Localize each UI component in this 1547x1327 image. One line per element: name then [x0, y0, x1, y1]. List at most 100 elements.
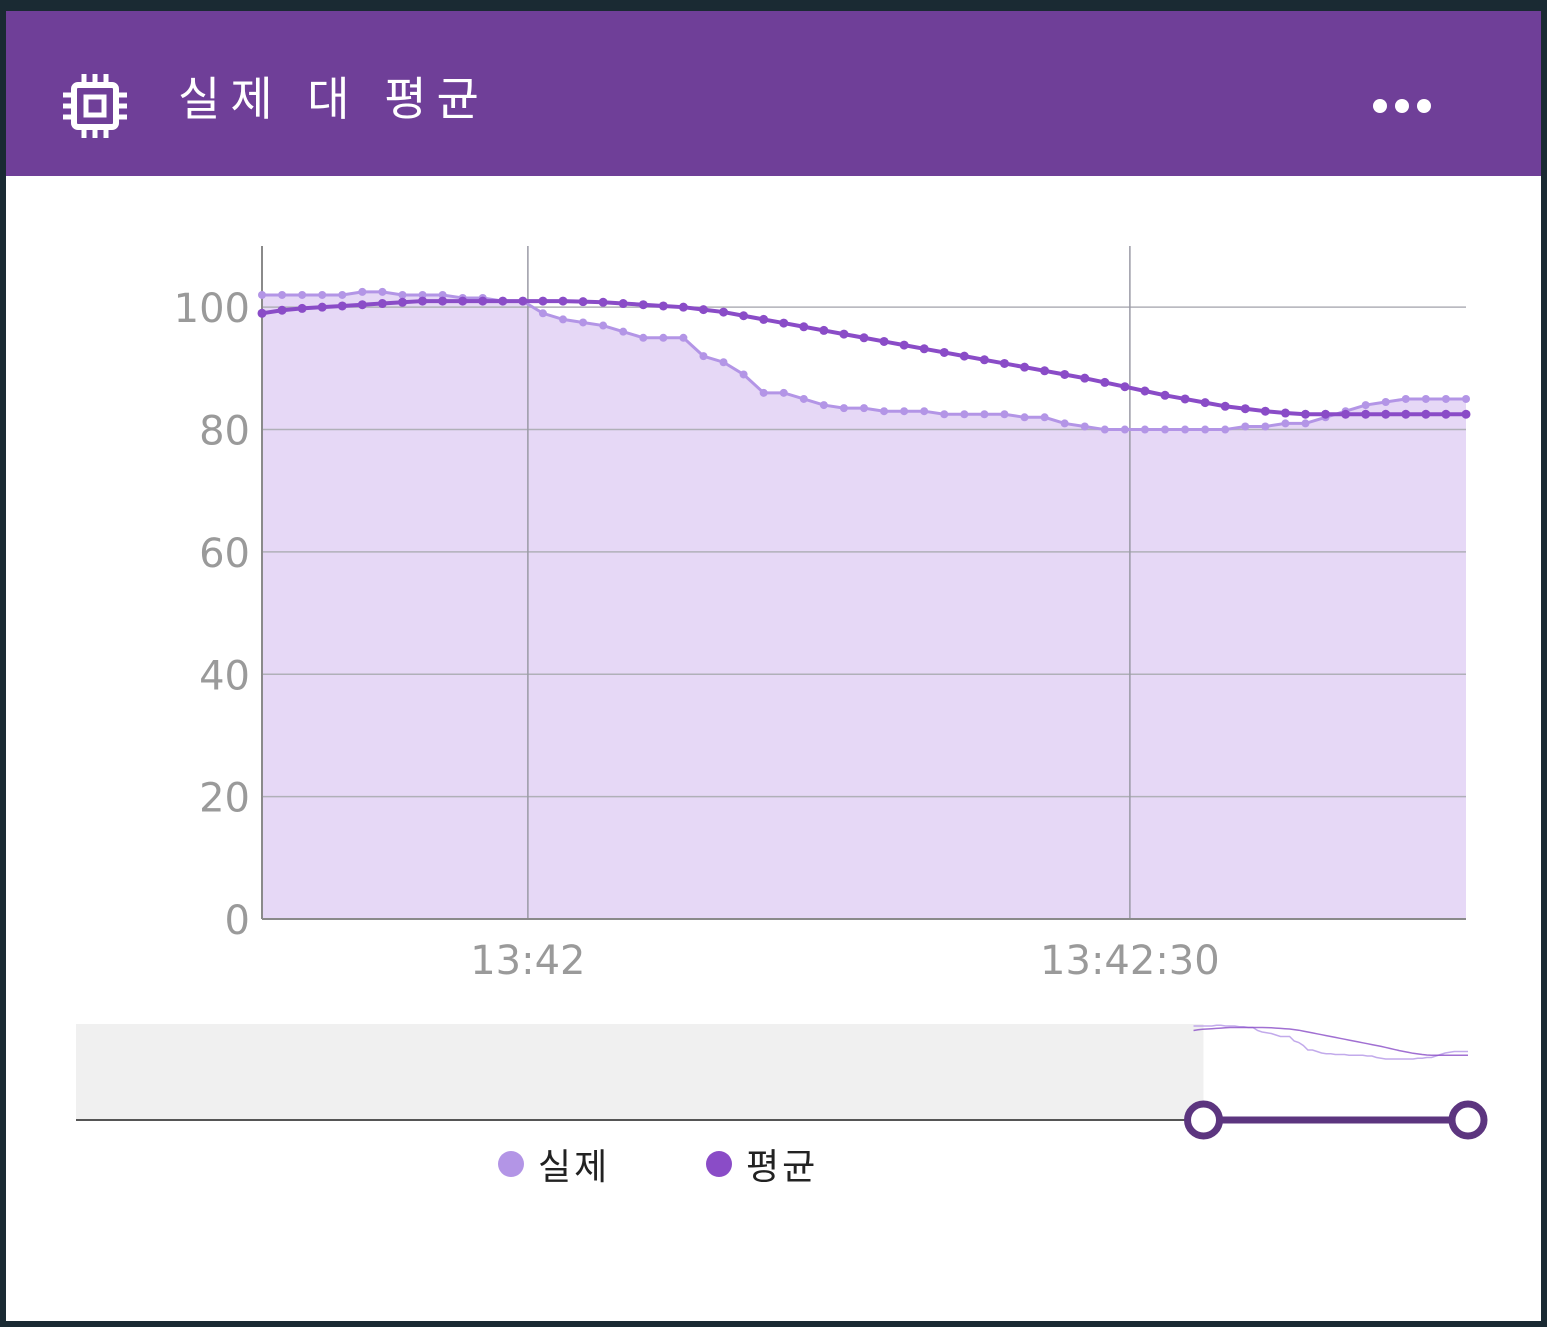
data-point-average	[418, 296, 428, 306]
legend-label-actual: 실제	[538, 1147, 611, 1188]
data-point-average	[458, 296, 468, 306]
chart-card: 실제 대 평균 0 20 40 60 80 100 13:42 13:42:30 실제 평균	[0, 0, 1547, 1327]
data-point-actual	[739, 370, 748, 379]
data-point-average	[1361, 409, 1371, 419]
data-point-actual	[880, 407, 889, 416]
data-point-actual	[900, 407, 909, 416]
y-tick-label: 0	[225, 898, 250, 944]
data-point-average	[1401, 409, 1411, 419]
data-point-average	[759, 314, 769, 324]
data-point-average	[719, 307, 729, 317]
data-point-average	[438, 296, 448, 306]
data-point-actual	[1100, 425, 1109, 434]
data-point-average	[979, 355, 989, 365]
data-point-actual	[839, 404, 848, 413]
data-point-actual	[920, 407, 929, 416]
data-point-average	[819, 325, 829, 335]
data-point-actual	[1241, 422, 1250, 431]
data-point-average	[1321, 409, 1331, 419]
legend-marker-actual	[498, 1151, 524, 1177]
x-tick-label: 13:42:30	[1040, 938, 1220, 984]
data-point-average	[357, 300, 367, 310]
y-tick-label: 80	[199, 409, 250, 455]
data-point-actual	[1140, 425, 1149, 434]
data-point-average	[799, 322, 809, 332]
x-tick-label: 13:42	[470, 938, 585, 984]
data-point-average	[678, 302, 688, 312]
navigator-line-actual	[1193, 1024, 1468, 1060]
data-point-actual	[980, 410, 989, 419]
data-point-average	[1120, 382, 1130, 392]
data-point-average	[739, 311, 749, 321]
data-point-average	[899, 340, 909, 350]
data-point-average	[638, 300, 648, 310]
data-point-average	[1040, 366, 1050, 376]
data-point-actual	[1462, 394, 1470, 403]
data-point-average	[337, 301, 347, 311]
data-point-actual	[559, 315, 567, 324]
data-point-actual	[1020, 413, 1029, 422]
legend-marker-average	[706, 1151, 732, 1177]
legend-item-average[interactable]: 평균	[706, 1138, 818, 1190]
data-point-actual	[1421, 394, 1430, 403]
data-point-average	[1100, 377, 1110, 387]
line-chart: 0 20 40 60 80 100 13:42 13:42:30	[76, 246, 1488, 1140]
data-point-actual	[860, 404, 868, 413]
data-point-average	[1200, 398, 1210, 408]
data-point-average	[919, 344, 929, 354]
navigator-handle-start[interactable]	[1184, 1100, 1224, 1140]
data-point-actual	[799, 394, 808, 403]
data-point-average	[779, 318, 789, 328]
data-point-actual	[1361, 401, 1370, 410]
data-point-actual	[1201, 425, 1210, 434]
data-point-actual	[759, 388, 768, 397]
data-point-actual	[819, 401, 828, 410]
navigator-handle-end[interactable]	[1448, 1100, 1488, 1140]
data-point-actual	[1181, 425, 1190, 434]
data-point-average	[959, 351, 969, 361]
data-point-actual	[960, 410, 969, 419]
data-point-average	[1020, 362, 1030, 372]
data-point-average	[598, 297, 608, 307]
data-point-actual	[1080, 422, 1089, 431]
y-tick-label: 20	[199, 776, 250, 822]
data-point-average	[1080, 373, 1090, 383]
navigator-unselected-region	[76, 1024, 1204, 1120]
data-point-average	[1260, 406, 1270, 416]
legend-item-actual[interactable]: 실제	[498, 1138, 610, 1190]
data-point-actual	[378, 287, 387, 296]
data-point-actual	[358, 287, 367, 296]
data-point-average	[1240, 404, 1250, 414]
data-point-actual	[1060, 419, 1069, 428]
data-point-actual	[538, 309, 547, 318]
data-point-actual	[639, 333, 648, 342]
data-point-actual	[278, 290, 287, 299]
data-point-average	[859, 333, 869, 343]
data-point-average	[1381, 409, 1391, 419]
data-point-actual	[619, 327, 628, 336]
data-point-actual	[1120, 425, 1129, 434]
data-point-average	[1280, 408, 1290, 418]
data-point-average	[1220, 401, 1230, 411]
data-point-actual	[579, 318, 588, 327]
data-point-actual	[338, 290, 347, 299]
data-point-average	[397, 297, 407, 307]
data-point-average	[1060, 369, 1070, 379]
data-point-actual	[1221, 425, 1230, 434]
data-point-average	[478, 296, 488, 306]
legend-label-average: 평균	[746, 1147, 819, 1188]
data-point-actual	[1161, 425, 1169, 434]
data-point-actual	[258, 290, 266, 299]
data-point-average	[1461, 409, 1471, 419]
data-point-actual	[1301, 419, 1310, 428]
data-point-actual	[1000, 410, 1009, 419]
data-point-average	[297, 303, 307, 313]
data-point-actual	[1381, 398, 1390, 407]
data-point-average	[1421, 409, 1431, 419]
data-point-average	[618, 299, 628, 309]
data-point-actual	[719, 358, 728, 367]
data-point-average	[1180, 394, 1190, 404]
data-point-average	[1341, 409, 1351, 419]
data-point-average	[1441, 409, 1451, 419]
data-point-actual	[1401, 394, 1410, 403]
